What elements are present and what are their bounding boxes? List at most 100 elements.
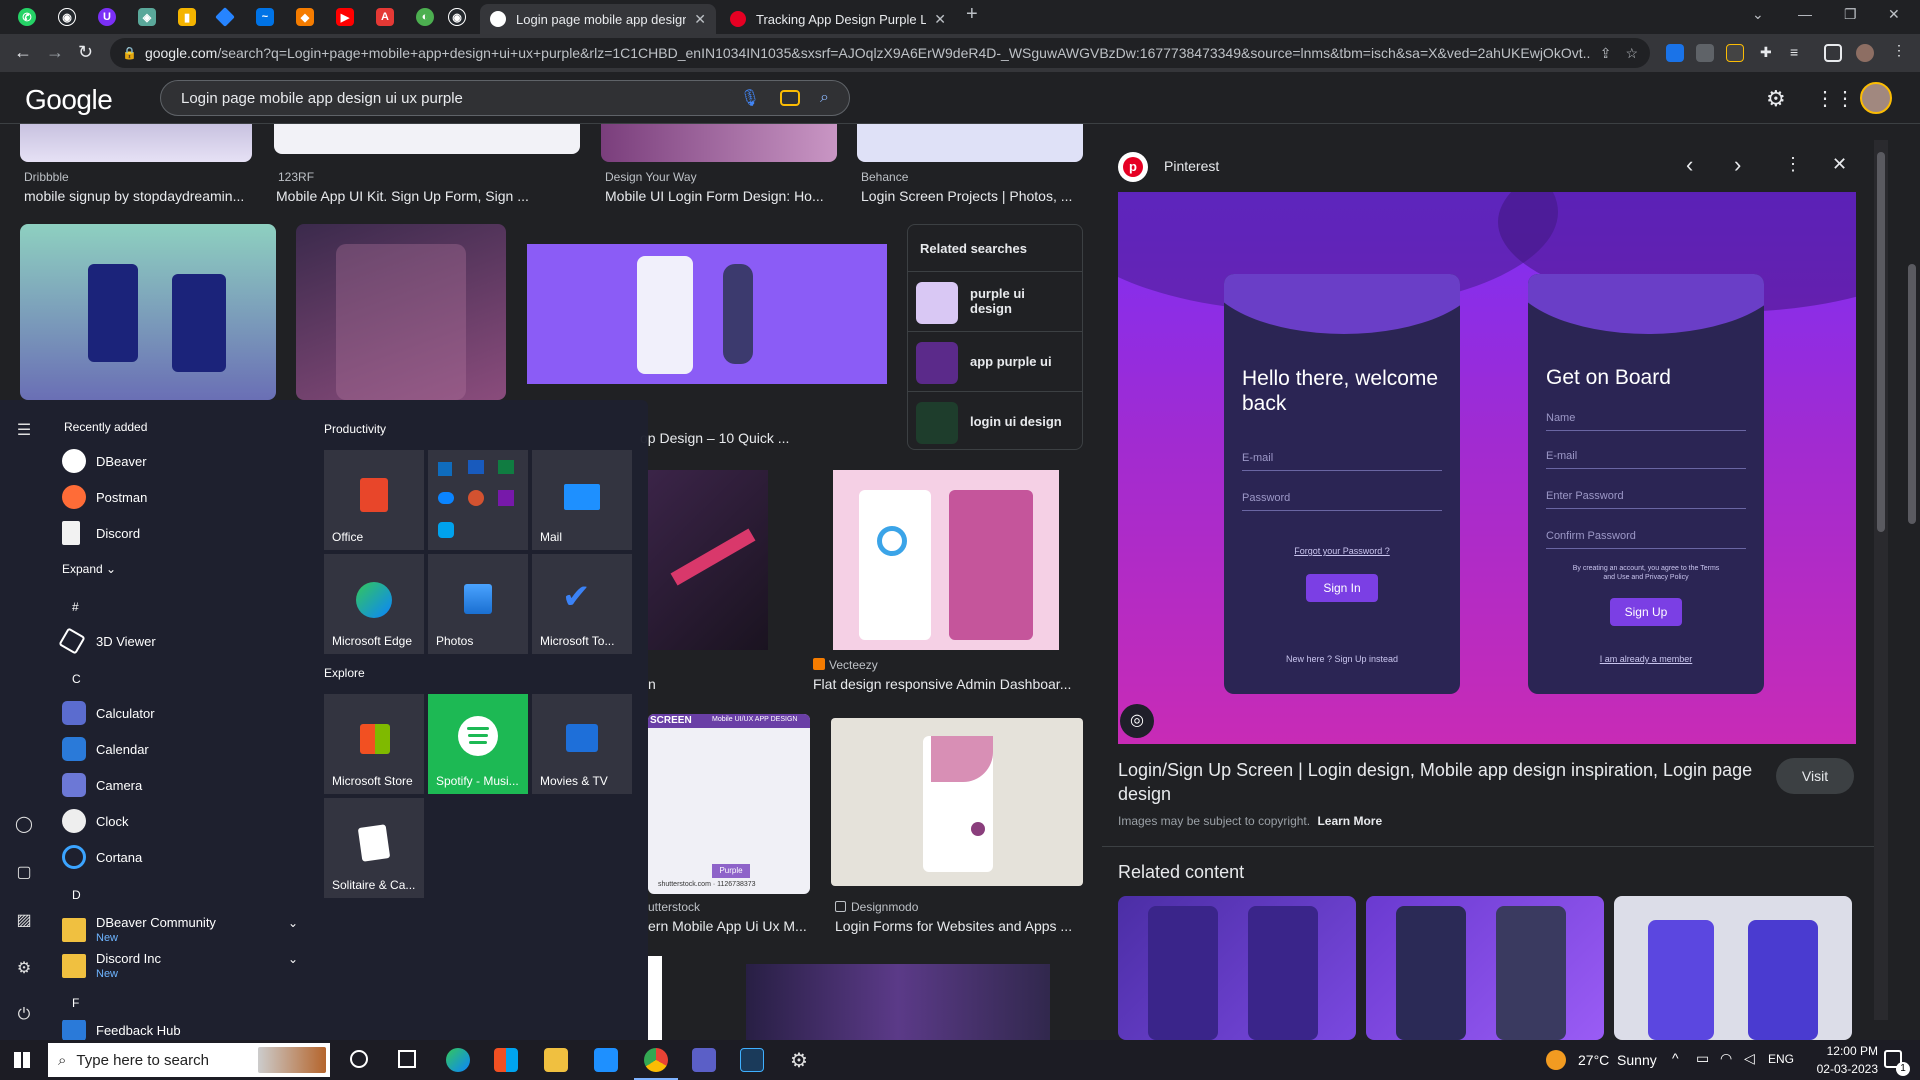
tile-mail[interactable]: Mail: [532, 450, 632, 550]
back-arrow-icon[interactable]: ←: [14, 42, 32, 62]
weather-sun-icon[interactable]: [1546, 1050, 1566, 1070]
app-calendar[interactable]: Calendar: [62, 733, 149, 765]
next-image-icon[interactable]: ›: [1734, 152, 1741, 178]
clock-date[interactable]: 02-03-2023: [1800, 1062, 1878, 1076]
teams-icon[interactable]: [692, 1048, 716, 1072]
app-dbeaver-community[interactable]: DBeaver Community New: [62, 910, 216, 950]
app-postman[interactable]: Postman: [62, 481, 147, 513]
result-title[interactable]: ern Mobile App Ui Ux M...: [648, 918, 814, 934]
app-calculator[interactable]: Calculator: [62, 697, 155, 729]
app-3d-viewer[interactable]: 3D Viewer: [58, 625, 156, 657]
mic-icon[interactable]: 🎙: [740, 88, 760, 108]
settings-gear-icon[interactable]: ⚙: [790, 1048, 808, 1073]
chevron-down-icon[interactable]: ⌄: [288, 952, 298, 966]
result-title[interactable]: mobile signup by stopdaydreamin...: [24, 188, 254, 204]
result-image[interactable]: [296, 224, 506, 400]
github-icon[interactable]: ◉: [58, 8, 76, 26]
volume-icon[interactable]: ◁: [1744, 1050, 1755, 1067]
result-title[interactable]: n: [648, 676, 668, 692]
pinned-tab-icon[interactable]: ▮: [178, 8, 196, 26]
result-image[interactable]: [833, 470, 1059, 650]
tile-microsoft-todo[interactable]: ✔ Microsoft To...: [532, 554, 632, 654]
app-discord[interactable]: Discord: [62, 517, 140, 549]
reading-list-icon[interactable]: ≡: [1790, 44, 1808, 62]
tile-microsoft-edge[interactable]: Microsoft Edge: [324, 554, 424, 654]
scrollbar-thumb[interactable]: [1877, 152, 1885, 532]
result-title[interactable]: Login Forms for Websites and Apps ...: [835, 918, 1085, 934]
share-icon[interactable]: ⇪: [1600, 45, 1612, 62]
result-source[interactable]: Dribbble: [24, 170, 69, 184]
chevron-down-icon[interactable]: ⌄: [288, 916, 298, 930]
windows-start-icon[interactable]: [14, 1052, 30, 1068]
new-tab-button[interactable]: +: [966, 3, 978, 26]
result-source[interactable]: Behance: [861, 170, 908, 184]
side-panel-icon[interactable]: [1824, 44, 1842, 62]
google-logo[interactable]: Google: [25, 84, 113, 116]
section-letter[interactable]: C: [72, 672, 81, 686]
result-source[interactable]: Designmodo: [835, 900, 918, 914]
app-feedback-hub[interactable]: Feedback Hub: [62, 1020, 181, 1040]
extension-icon[interactable]: [1666, 44, 1684, 62]
search-icon[interactable]: ⌕: [820, 89, 829, 107]
settings-gear-icon[interactable]: ⚙: [14, 958, 34, 978]
chevron-up-icon[interactable]: ^: [1672, 1050, 1679, 1066]
more-options-icon[interactable]: ⋮: [1784, 154, 1802, 175]
taskbar-search-box[interactable]: ⌕ Type here to search: [48, 1043, 330, 1077]
extension-icon[interactable]: [1726, 44, 1744, 62]
window-scrollbar[interactable]: [1904, 124, 1920, 1040]
pinned-tab-icon[interactable]: ◆: [296, 8, 314, 26]
tile-photos[interactable]: Photos: [428, 554, 528, 654]
close-icon[interactable]: ✕: [934, 11, 946, 28]
app-cortana[interactable]: Cortana: [62, 841, 142, 873]
result-source[interactable]: Design Your Way: [605, 170, 697, 184]
result-image[interactable]: [831, 718, 1083, 886]
address-bar[interactable]: 🔒 google.com/search?q=Login+page+mobile+…: [110, 38, 1650, 68]
whatsapp-icon[interactable]: ✆: [18, 8, 36, 26]
result-title[interactable]: Mobile UI Login Form Design: Ho...: [605, 188, 845, 204]
related-content-image[interactable]: [1614, 896, 1852, 1040]
result-image[interactable]: [527, 244, 887, 384]
result-title[interactable]: op Design – 10 Quick ...: [640, 430, 840, 446]
result-source[interactable]: 123RF: [278, 170, 314, 184]
related-search-item[interactable]: login ui design: [908, 391, 1082, 451]
github-icon[interactable]: ◉: [448, 8, 466, 26]
result-image[interactable]: [648, 956, 662, 1040]
scrollbar-thumb[interactable]: [1908, 264, 1916, 524]
restore-icon[interactable]: ❐: [1844, 6, 1857, 23]
settings-gear-icon[interactable]: ⚙: [1766, 86, 1786, 112]
tab-search-icon[interactable]: ⌄: [1752, 6, 1764, 23]
store-icon[interactable]: [494, 1048, 518, 1072]
result-image[interactable]: [746, 964, 1050, 1040]
pinned-tab-icon[interactable]: ◈: [138, 8, 156, 26]
kebab-menu-icon[interactable]: ⋮: [1892, 42, 1910, 60]
expand-button[interactable]: Expand ⌄: [62, 562, 116, 576]
result-image[interactable]: [857, 124, 1083, 162]
close-icon[interactable]: ✕: [694, 11, 706, 28]
clock-time[interactable]: 12:00 PM: [1808, 1044, 1878, 1058]
result-title[interactable]: Login Screen Projects | Photos, ...: [861, 188, 1091, 204]
visit-button[interactable]: Visit: [1776, 758, 1854, 794]
extension-icon[interactable]: [1696, 44, 1714, 62]
mail-icon[interactable]: [594, 1048, 618, 1072]
puzzle-icon[interactable]: ✚: [1760, 44, 1778, 62]
section-letter[interactable]: F: [72, 996, 79, 1010]
youtube-icon[interactable]: ▶: [336, 8, 354, 26]
result-image[interactable]: [274, 124, 580, 154]
apps-grid-icon[interactable]: ⋮⋮: [1815, 86, 1855, 111]
result-image[interactable]: [648, 470, 768, 650]
jira-icon[interactable]: [215, 7, 235, 27]
app-discord-inc[interactable]: Discord Inc New: [62, 946, 161, 986]
power-icon[interactable]: ⏻: [14, 1006, 34, 1026]
tab-inactive[interactable]: Tracking App Design Purple Logi ✕: [720, 4, 956, 34]
file-explorer-icon[interactable]: [544, 1048, 568, 1072]
source-site-name[interactable]: Pinterest: [1164, 158, 1219, 174]
result-source[interactable]: utterstock: [648, 900, 700, 914]
tile-solitaire[interactable]: Solitaire & Ca...: [324, 798, 424, 898]
pinned-tab-icon[interactable]: ◐: [416, 8, 434, 26]
preview-title[interactable]: Login/Sign Up Screen | Login design, Mob…: [1118, 758, 1758, 806]
result-image[interactable]: [20, 224, 276, 400]
task-view-icon[interactable]: [398, 1050, 416, 1068]
profile-avatar[interactable]: [1856, 44, 1874, 62]
tile-office[interactable]: Office: [324, 450, 424, 550]
wifi-icon[interactable]: ◠: [1720, 1050, 1732, 1067]
